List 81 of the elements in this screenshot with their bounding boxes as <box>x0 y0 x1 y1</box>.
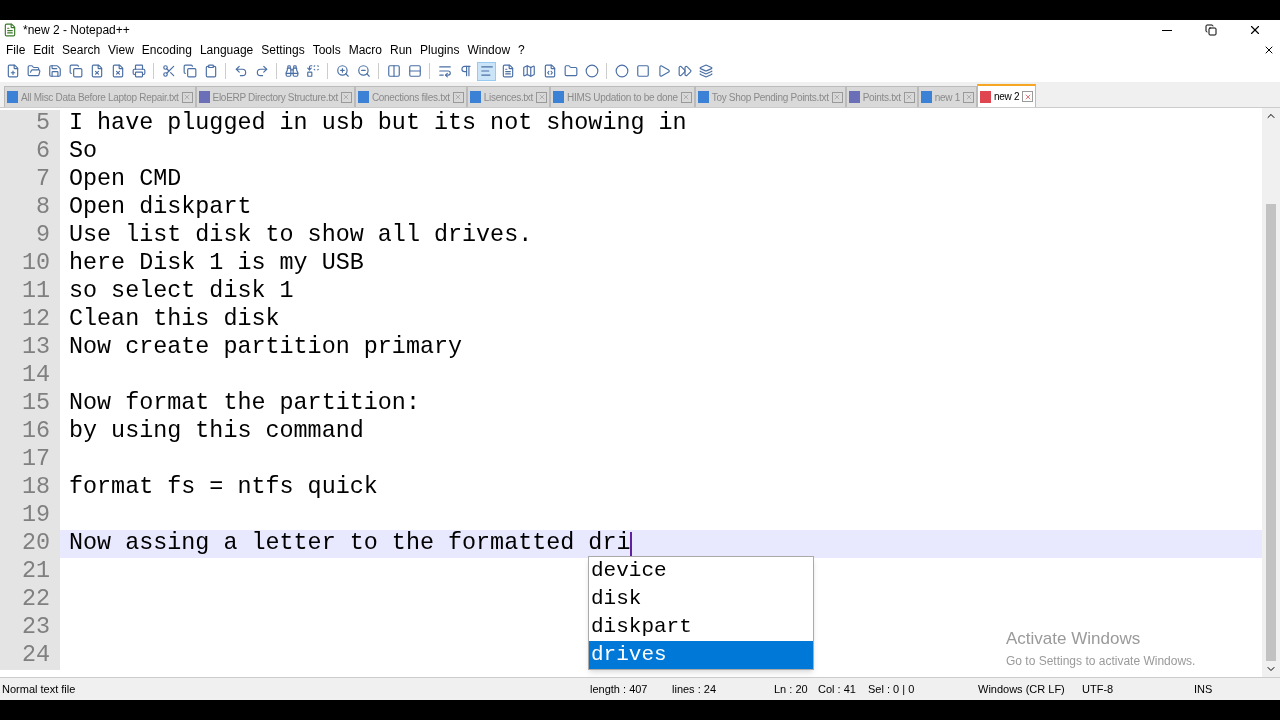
encoding-info: UTF-8 <box>1082 681 1115 697</box>
tab-label: Lisences.txt <box>483 90 534 105</box>
line-number: 5 <box>0 110 60 138</box>
line-number: 9 <box>0 222 60 250</box>
close-document-icon[interactable] <box>1263 44 1275 56</box>
restore-icon <box>1205 24 1217 36</box>
column-info: Col : 41 <box>818 681 857 697</box>
tab-label: HIMS Updation to be done <box>567 90 678 105</box>
menu-item[interactable]: Search <box>58 41 105 59</box>
text-caret <box>630 532 633 556</box>
line-text: Use list disk to show all drives. <box>69 221 533 251</box>
menu-item[interactable]: Tools <box>308 41 345 59</box>
line-number: 8 <box>0 194 60 222</box>
file-type: Normal text file <box>1 681 77 697</box>
menu-item[interactable]: Window <box>463 41 515 59</box>
menu-item[interactable]: Macro <box>344 41 386 59</box>
line-text: Clean this disk <box>69 305 280 335</box>
line-text: Open CMD <box>69 165 182 195</box>
menu-item[interactable]: Encoding <box>137 41 196 59</box>
menu-item[interactable]: View <box>104 41 138 59</box>
insert-mode: INS <box>1194 681 1213 697</box>
line-number: 14 <box>0 362 60 390</box>
menu-item[interactable]: File <box>2 41 30 59</box>
tab[interactable]: new 2 <box>977 84 1037 107</box>
line-number: 16 <box>0 418 60 446</box>
suggestion-item[interactable]: diskpart <box>589 613 813 641</box>
line-text: Now create partition primary <box>69 333 463 363</box>
line-text: format fs = ntfs quick <box>69 473 378 503</box>
menu-item[interactable]: Run <box>386 41 417 59</box>
line-number: 23 <box>0 614 60 642</box>
line-info: Ln : 20 <box>774 681 809 697</box>
line-number: 24 <box>0 642 60 670</box>
line-number: 21 <box>0 558 60 586</box>
menu-item[interactable]: Language <box>195 41 258 59</box>
line-text: Now assing a letter to the formatted dri <box>69 529 631 559</box>
activation-hint: Go to Settings to activate Windows. <box>1006 652 1196 670</box>
notepad-icon <box>3 23 17 37</box>
vertical-scrollbar[interactable] <box>1262 108 1280 677</box>
line-number: 13 <box>0 334 60 362</box>
line-text: here Disk 1 is my USB <box>69 249 364 279</box>
line-text: So <box>69 137 98 167</box>
close-icon <box>1248 23 1262 37</box>
tab-label: new 1 <box>934 90 960 105</box>
eol-info: Windows (CR LF) <box>978 681 1066 697</box>
activation-title: Activate Windows <box>1006 628 1142 650</box>
line-text: by using this command <box>69 417 364 447</box>
indent-guide-icon[interactable] <box>477 61 496 81</box>
tab-label: Conections files.txt <box>371 90 450 105</box>
line-text: so select disk 1 <box>69 277 294 307</box>
line-number: 11 <box>0 278 60 306</box>
tab-label: Points.txt <box>862 90 901 105</box>
line-text: I have plugged in usb but its not showing in <box>69 109 687 139</box>
line-number: 20 <box>0 530 60 558</box>
line-text: Now format the partition: <box>69 389 420 419</box>
tab-close-icon[interactable] <box>1022 91 1034 102</box>
line-text: Open diskpart <box>69 193 252 223</box>
tab-label: All Misc Data Before Laptop Repair.txt <box>21 90 179 105</box>
line-number: 6 <box>0 138 60 166</box>
tab-label: EloERP Directory Structure.txt <box>212 90 338 105</box>
minimize-icon <box>1162 29 1172 31</box>
line-number: 19 <box>0 502 60 530</box>
tab-label: new 2 <box>994 90 1020 104</box>
line-number: 17 <box>0 446 60 474</box>
tab-label: Toy Shop Pending Points.txt <box>711 90 829 105</box>
line-number: 22 <box>0 586 60 614</box>
menu-item[interactable]: Edit <box>29 41 59 59</box>
line-number: 12 <box>0 306 60 334</box>
lines-info: lines : 24 <box>672 681 718 697</box>
menu-item[interactable]: Settings <box>257 41 309 59</box>
line-number: 15 <box>0 390 60 418</box>
menu-item[interactable]: Plugins <box>416 41 464 59</box>
window-title: *new 2 - Notepad++ <box>23 22 130 39</box>
suggestion-item[interactable]: disk <box>589 585 813 613</box>
line-number: 10 <box>0 250 60 278</box>
suggestion-item[interactable]: drives <box>589 641 813 669</box>
suggestion-item[interactable]: device <box>589 557 813 585</box>
line-number: 18 <box>0 474 60 502</box>
line-number: 7 <box>0 166 60 194</box>
menu-item[interactable]: ? <box>514 41 529 59</box>
length-info: length : 407 <box>589 681 649 697</box>
selection-info: Sel : 0 | 0 <box>868 681 916 697</box>
